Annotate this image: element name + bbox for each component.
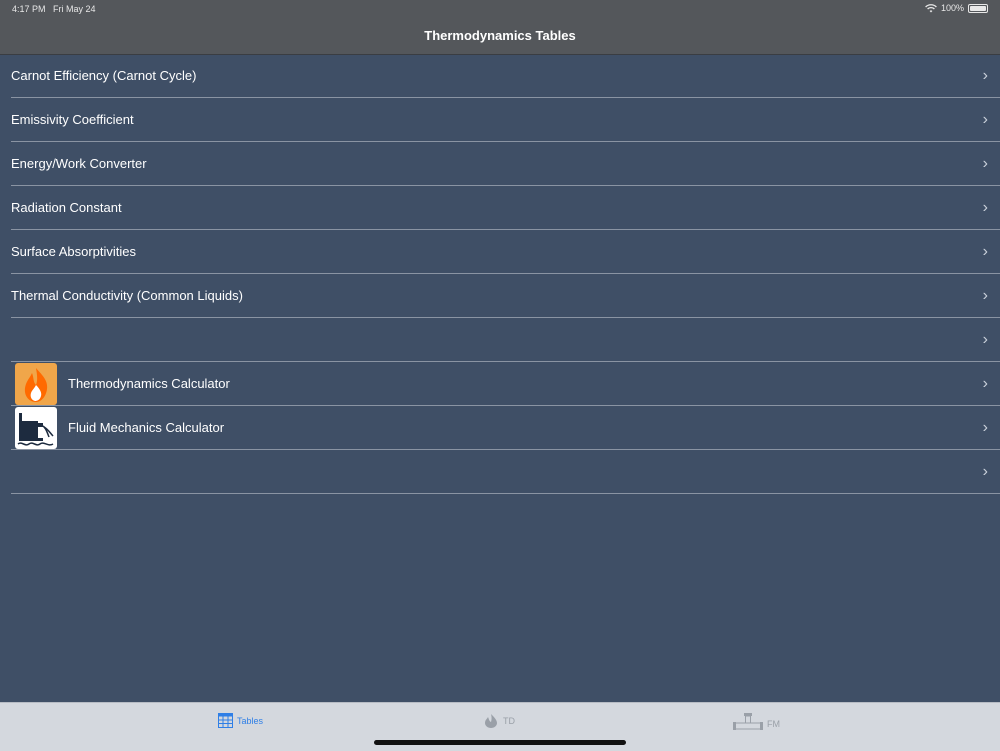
list-item-fluid-mechanics-calculator[interactable]: Fluid Mechanics Calculator ›	[11, 406, 1000, 450]
list-item-label: Radiation Constant	[11, 200, 122, 215]
chevron-right-icon: ›	[982, 67, 988, 84]
list-item-label: Thermal Conductivity (Common Liquids)	[11, 288, 243, 303]
navigation-bar: Thermodynamics Tables	[0, 18, 1000, 55]
list-item-thermal-conductivity[interactable]: Thermal Conductivity (Common Liquids) ›	[11, 274, 1000, 318]
list-item-emissivity-coefficient[interactable]: Emissivity Coefficient ›	[11, 98, 1000, 142]
status-date: Fri May 24	[53, 4, 96, 14]
list-item-label: Fluid Mechanics Calculator	[68, 420, 225, 435]
table-icon	[218, 713, 233, 728]
chevron-right-icon: ›	[982, 155, 988, 172]
tab-fm[interactable]: FM	[733, 713, 780, 735]
list-item-surface-absorptivities[interactable]: Surface Absorptivities ›	[11, 230, 1000, 274]
list-item-label: Emissivity Coefficient	[11, 112, 134, 127]
tab-label: FM	[767, 719, 780, 729]
chevron-right-icon: ›	[982, 331, 988, 348]
list-item-carnot-efficiency[interactable]: Carnot Efficiency (Carnot Cycle) ›	[11, 54, 1000, 98]
battery-percent: 100%	[940, 3, 964, 13]
table-list: Carnot Efficiency (Carnot Cycle) › Emiss…	[0, 54, 1000, 494]
list-item-empty[interactable]: ›	[11, 450, 1000, 494]
chevron-right-icon: ›	[982, 419, 988, 436]
home-indicator[interactable]	[374, 740, 626, 745]
page-title: Thermodynamics Tables	[424, 28, 576, 43]
tab-tables[interactable]: Tables	[218, 713, 263, 728]
list-item-label: Energy/Work Converter	[11, 156, 147, 171]
status-right: 100%	[925, 3, 988, 13]
fluid-tank-icon	[15, 407, 57, 449]
tab-label: TD	[503, 716, 515, 726]
chevron-right-icon: ›	[982, 287, 988, 304]
status-bar: 4:17 PM Fri May 24 100%	[0, 0, 1000, 18]
chevron-right-icon: ›	[982, 199, 988, 216]
tab-td[interactable]: TD	[483, 713, 515, 729]
pipe-icon	[733, 713, 763, 730]
list-item-thermodynamics-calculator[interactable]: Thermodynamics Calculator ›	[11, 362, 1000, 406]
flame-icon	[15, 363, 57, 405]
list-item-label: Thermodynamics Calculator	[68, 376, 230, 391]
tab-label: Tables	[237, 715, 264, 726]
list-item-energy-work-converter[interactable]: Energy/Work Converter ›	[11, 142, 1000, 186]
chevron-right-icon: ›	[982, 375, 988, 392]
list-item-label: Carnot Efficiency (Carnot Cycle)	[11, 68, 197, 83]
chevron-right-icon: ›	[982, 243, 988, 260]
chevron-right-icon: ›	[982, 111, 988, 128]
list-item-label: Surface Absorptivities	[11, 244, 137, 259]
list-item-empty[interactable]: ›	[11, 318, 1000, 362]
status-time: 4:17 PM	[12, 4, 46, 14]
td-flame-icon	[485, 714, 497, 728]
chevron-right-icon: ›	[982, 463, 988, 480]
battery-icon	[968, 3, 988, 13]
wifi-icon	[925, 3, 937, 12]
list-item-radiation-constant[interactable]: Radiation Constant ›	[11, 186, 1000, 230]
